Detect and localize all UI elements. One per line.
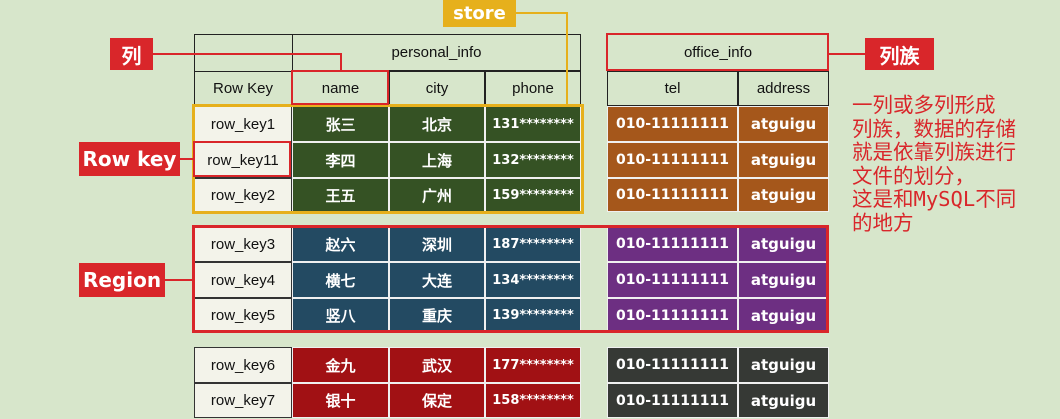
cell-address: atguigu	[738, 106, 829, 142]
cell-name: 银十	[292, 383, 389, 418]
cell-city: 保定	[389, 383, 485, 418]
column-header-address: address	[738, 71, 829, 106]
row-key-label: Row key	[79, 142, 180, 176]
cell-tel: 010-11111111	[607, 383, 738, 418]
column-outline	[291, 70, 389, 105]
cell-address: atguigu	[738, 142, 829, 178]
column-family-connector	[829, 53, 865, 55]
column-header-tel: tel	[607, 71, 738, 106]
cell-tel: 010-11111111	[607, 142, 738, 178]
row-key-connector	[180, 158, 194, 160]
cell-tel: 010-11111111	[607, 347, 738, 383]
cell-tel: 010-11111111	[607, 178, 738, 212]
column-connector-h	[153, 53, 341, 55]
cell-phone: 177********	[485, 347, 581, 383]
cell-name: 金九	[292, 347, 389, 383]
cell-address: atguigu	[738, 178, 829, 212]
column-family-note: 一列或多列形成 列族，数据的存储 就是依靠列族进行 文件的划分， 这是和MySQ…	[852, 93, 1017, 235]
cell-phone: 158********	[485, 383, 581, 418]
column-label: 列	[110, 38, 153, 70]
office-info-outline	[606, 33, 829, 71]
column-connector-v	[340, 53, 342, 71]
column-header-city: city	[389, 71, 485, 106]
cell-address: atguigu	[738, 347, 829, 383]
column-header-rowkey: Row Key	[194, 71, 292, 106]
column-family-label: 列族	[865, 38, 934, 70]
cell-tel: 010-11111111	[607, 106, 738, 142]
cell-city: 武汉	[389, 347, 485, 383]
row-key-outline	[193, 141, 291, 177]
table-row-key: row_key7	[194, 383, 292, 418]
store-connector-v	[566, 12, 568, 106]
region-connector	[165, 279, 193, 281]
store-label: store	[443, 0, 516, 27]
store-connector-h	[516, 12, 567, 14]
region-outline	[192, 225, 829, 333]
region-label: Region	[79, 263, 165, 297]
cell-address: atguigu	[738, 383, 829, 418]
table-row-key: row_key6	[194, 347, 292, 383]
